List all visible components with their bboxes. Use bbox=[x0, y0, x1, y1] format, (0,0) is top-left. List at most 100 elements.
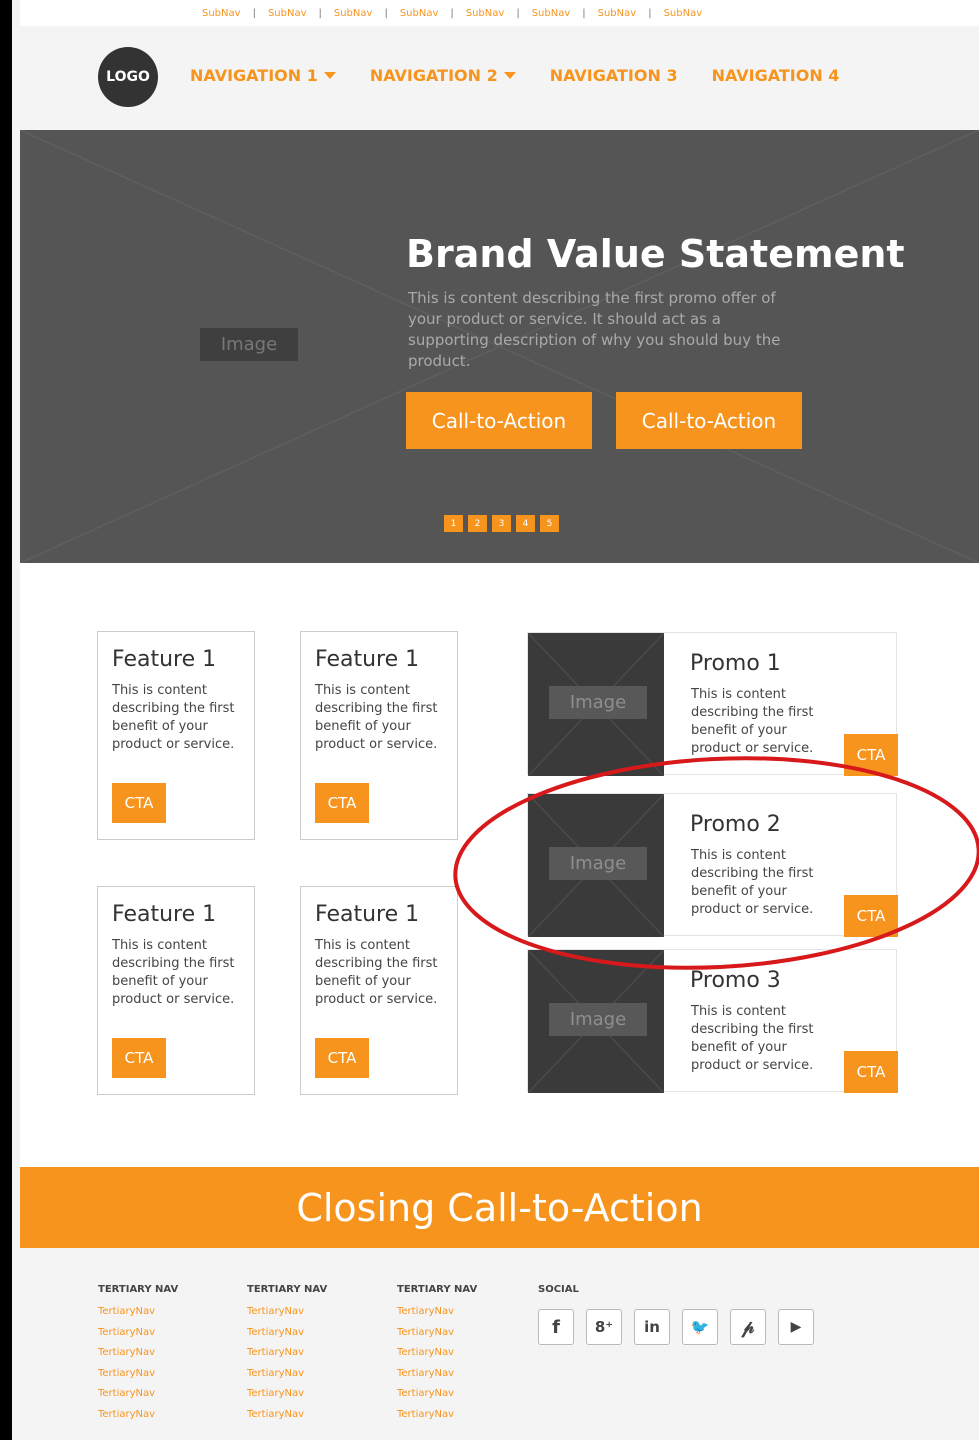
nav-label: NAVIGATION 2 bbox=[369, 66, 498, 85]
footer-link[interactable]: TertiaryNav bbox=[397, 1343, 477, 1364]
footer-link[interactable]: TertiaryNav bbox=[98, 1323, 178, 1344]
pager-dot[interactable]: 2 bbox=[468, 515, 487, 532]
social-section: SOCIAL f 8⁺ in 🐦 𝓅 ▶ bbox=[538, 1284, 814, 1345]
pinterest-icon[interactable]: 𝓅 bbox=[730, 1309, 766, 1345]
footer-link[interactable]: TertiaryNav bbox=[397, 1384, 477, 1405]
nav-label: NAVIGATION 1 bbox=[190, 66, 318, 85]
subnav-item[interactable]: SubNav bbox=[454, 8, 517, 19]
facebook-icon[interactable]: f bbox=[538, 1309, 574, 1345]
footer-link[interactable]: TertiaryNav bbox=[247, 1343, 327, 1364]
feature-cta-button[interactable]: CTA bbox=[112, 1038, 166, 1078]
main-navigation: NAVIGATION 1 NAVIGATION 2 NAVIGATION 3 N… bbox=[190, 66, 839, 85]
promo-card: Image Promo 2 This is content describing… bbox=[527, 793, 898, 937]
feature-cta-button[interactable]: CTA bbox=[112, 783, 166, 823]
nav-item-3[interactable]: NAVIGATION 3 bbox=[550, 66, 678, 85]
feature-card: Feature 1 This is content describing the… bbox=[97, 886, 255, 1095]
promo-image-label: Image bbox=[549, 686, 647, 719]
promo-card: Image Promo 3 This is content describing… bbox=[527, 949, 898, 1093]
subnav-item[interactable]: SubNav bbox=[190, 8, 253, 19]
hero-cta-button-2[interactable]: Call-to-Action bbox=[616, 392, 802, 449]
promo-text: This is content describing the first ben… bbox=[691, 687, 814, 756]
footer-link[interactable]: TertiaryNav bbox=[397, 1323, 477, 1344]
feature-text: This is content describing the first ben… bbox=[112, 938, 235, 1007]
feature-cta-button[interactable]: CTA bbox=[315, 783, 369, 823]
hero-title: Brand Value Statement bbox=[406, 232, 905, 276]
footer-column: TERTIARY NAV TertiaryNav TertiaryNav Ter… bbox=[397, 1284, 477, 1425]
pager-dot[interactable]: 1 bbox=[444, 515, 463, 532]
promo-cta-button[interactable]: CTA bbox=[844, 734, 898, 776]
nav-item-1[interactable]: NAVIGATION 1 bbox=[190, 66, 336, 85]
caret-down-icon bbox=[323, 72, 336, 79]
feature-text: This is content describing the first ben… bbox=[315, 938, 438, 1007]
footer-link[interactable]: TertiaryNav bbox=[397, 1302, 477, 1323]
page: SubNav | SubNav | SubNav | SubNav | SubNav | … bbox=[0, 0, 979, 1440]
footer-link[interactable]: TertiaryNav bbox=[98, 1405, 178, 1426]
promo-title: Promo 3 bbox=[690, 968, 781, 993]
promo-title: Promo 2 bbox=[690, 812, 781, 837]
feature-card: Feature 1 This is content describing the… bbox=[300, 886, 458, 1095]
hero-cta-button-1[interactable]: Call-to-Action bbox=[406, 392, 592, 449]
footer-link[interactable]: TertiaryNav bbox=[397, 1364, 477, 1385]
promo-card: Image Promo 1 This is content describing… bbox=[527, 632, 898, 776]
promo-image: Image bbox=[528, 950, 664, 1093]
hero-description: This is content describing the first pro… bbox=[408, 289, 781, 370]
nav-item-2[interactable]: NAVIGATION 2 bbox=[370, 66, 516, 85]
feature-title: Feature 1 bbox=[315, 647, 420, 672]
feature-title: Feature 1 bbox=[315, 902, 420, 927]
google-plus-icon[interactable]: 8⁺ bbox=[586, 1309, 622, 1345]
feature-title: Feature 1 bbox=[112, 647, 217, 672]
twitter-icon[interactable]: 🐦 bbox=[682, 1309, 718, 1345]
nav-item-4[interactable]: NAVIGATION 4 bbox=[712, 66, 840, 85]
pager-dot[interactable]: 5 bbox=[540, 515, 559, 532]
footer-link[interactable]: TertiaryNav bbox=[247, 1302, 327, 1323]
subnav-item[interactable]: SubNav bbox=[520, 8, 583, 19]
feature-text: This is content describing the first ben… bbox=[315, 683, 438, 752]
feature-title: Feature 1 bbox=[112, 902, 217, 927]
logo[interactable]: LOGO bbox=[98, 47, 158, 107]
footer-heading: TERTIARY NAV bbox=[98, 1284, 179, 1295]
subnav-item[interactable]: SubNav bbox=[256, 8, 319, 19]
feature-card: Feature 1 This is content describing the… bbox=[300, 631, 458, 840]
promo-cta-button[interactable]: CTA bbox=[844, 1051, 898, 1093]
footer-heading: TERTIARY NAV bbox=[397, 1284, 478, 1295]
feature-text: This is content describing the first ben… bbox=[112, 683, 235, 752]
pager-dot[interactable]: 3 bbox=[492, 515, 511, 532]
promo-title: Promo 1 bbox=[690, 651, 781, 676]
subnav-item[interactable]: SubNav bbox=[388, 8, 451, 19]
feature-cta-button[interactable]: CTA bbox=[315, 1038, 369, 1078]
subnav-item[interactable]: SubNav bbox=[652, 8, 715, 19]
footer: TERTIARY NAV TertiaryNav TertiaryNav Ter… bbox=[20, 1248, 979, 1440]
nav-label: NAVIGATION 3 bbox=[549, 66, 678, 85]
subnav-item[interactable]: SubNav bbox=[322, 8, 385, 19]
feature-card: Feature 1 This is content describing the… bbox=[97, 631, 255, 840]
pager-dot[interactable]: 4 bbox=[516, 515, 535, 532]
footer-link[interactable]: TertiaryNav bbox=[247, 1323, 327, 1344]
promo-image: Image bbox=[528, 794, 664, 937]
promo-image-label: Image bbox=[549, 847, 647, 880]
linkedin-icon[interactable]: in bbox=[634, 1309, 670, 1345]
footer-link[interactable]: TertiaryNav bbox=[98, 1343, 178, 1364]
carousel-pager: 1 2 3 4 5 bbox=[444, 515, 559, 532]
hero-banner: Image Brand Value Statement This is cont… bbox=[20, 130, 979, 563]
youtube-icon[interactable]: ▶ bbox=[778, 1309, 814, 1345]
footer-link[interactable]: TertiaryNav bbox=[98, 1302, 178, 1323]
footer-link[interactable]: TertiaryNav bbox=[98, 1384, 178, 1405]
footer-column: TERTIARY NAV TertiaryNav TertiaryNav Ter… bbox=[247, 1284, 327, 1425]
promo-text: This is content describing the first ben… bbox=[691, 1004, 814, 1073]
footer-link[interactable]: TertiaryNav bbox=[247, 1364, 327, 1385]
subnav-item[interactable]: SubNav bbox=[586, 8, 649, 19]
footer-link[interactable]: TertiaryNav bbox=[98, 1364, 178, 1385]
footer-column: TERTIARY NAV TertiaryNav TertiaryNav Ter… bbox=[98, 1284, 178, 1425]
footer-link[interactable]: TertiaryNav bbox=[247, 1384, 327, 1405]
promo-cta-button[interactable]: CTA bbox=[844, 895, 898, 937]
promo-text: This is content describing the first ben… bbox=[691, 848, 814, 917]
closing-cta-banner[interactable]: Closing Call-to-Action bbox=[20, 1167, 979, 1248]
footer-link[interactable]: TertiaryNav bbox=[247, 1405, 327, 1426]
social-icons: f 8⁺ in 🐦 𝓅 ▶ bbox=[538, 1309, 814, 1345]
promo-image-label: Image bbox=[549, 1003, 647, 1036]
caret-down-icon bbox=[503, 72, 516, 79]
footer-link[interactable]: TertiaryNav bbox=[397, 1405, 477, 1426]
nav-label: NAVIGATION 4 bbox=[711, 66, 840, 85]
promo-image: Image bbox=[528, 633, 664, 776]
subnav-bar: SubNav | SubNav | SubNav | SubNav | SubNav | … bbox=[20, 0, 979, 26]
